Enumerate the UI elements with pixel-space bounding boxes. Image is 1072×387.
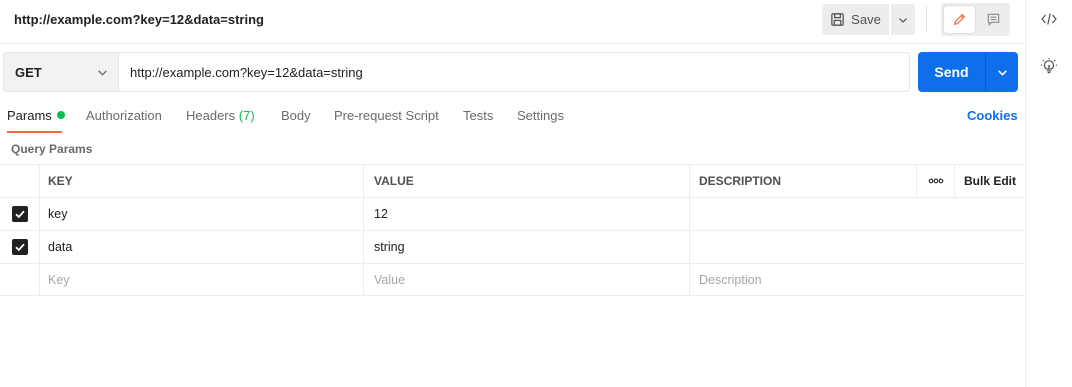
param-value-cell[interactable]: string bbox=[364, 231, 690, 263]
more-horizontal-icon bbox=[928, 178, 943, 184]
bulk-edit-button[interactable]: Bulk Edit bbox=[955, 165, 1025, 197]
row-enabled-checkbox[interactable] bbox=[11, 239, 28, 255]
param-description-cell[interactable] bbox=[690, 198, 1025, 230]
headers-count: (7) bbox=[238, 108, 255, 123]
param-value-cell[interactable]: 12 bbox=[364, 198, 690, 230]
table-row: key 12 bbox=[0, 197, 1025, 230]
tab-headers[interactable]: Headers (7) bbox=[186, 108, 255, 123]
tab-headers-label: Headers bbox=[186, 108, 236, 123]
code-icon bbox=[1041, 13, 1057, 25]
query-params-label: Query Params bbox=[11, 142, 93, 156]
request-tabs: Params Authorization Headers (7) Body Pr… bbox=[0, 104, 1025, 134]
checkmark-icon bbox=[14, 210, 25, 219]
tab-params-label: Params bbox=[7, 108, 52, 123]
method-value: GET bbox=[15, 64, 42, 80]
row-checkbox-cell bbox=[0, 231, 40, 263]
param-key-cell[interactable]: key bbox=[40, 198, 364, 230]
tab-settings[interactable]: Settings bbox=[517, 108, 564, 123]
url-input[interactable]: http://example.com?key=12&data=string bbox=[119, 52, 910, 92]
save-options-button[interactable] bbox=[891, 4, 915, 35]
code-snippet-button[interactable] bbox=[1026, 1, 1072, 37]
chevron-down-icon bbox=[997, 69, 1007, 76]
right-sidebar bbox=[1025, 0, 1072, 387]
save-group: Save bbox=[822, 4, 915, 35]
header-check-cell bbox=[0, 165, 40, 197]
tab-pre-request-script[interactable]: Pre-request Script bbox=[334, 108, 439, 123]
lightbulb-icon bbox=[1041, 58, 1057, 74]
column-header-value: VALUE bbox=[364, 165, 690, 197]
checkmark-icon bbox=[14, 243, 25, 252]
tab-tests[interactable]: Tests bbox=[463, 108, 493, 123]
cookies-link[interactable]: Cookies bbox=[967, 108, 1018, 123]
toolbar-divider bbox=[926, 6, 927, 32]
param-description-cell[interactable] bbox=[690, 231, 1025, 263]
column-header-description: DESCRIPTION bbox=[690, 165, 917, 197]
query-params-table: KEY VALUE DESCRIPTION Bulk Edit key 12 d… bbox=[0, 164, 1025, 296]
table-header-row: KEY VALUE DESCRIPTION Bulk Edit bbox=[0, 164, 1025, 197]
mode-toggle bbox=[941, 3, 1010, 36]
tab-authorization[interactable]: Authorization bbox=[86, 108, 162, 123]
info-button[interactable] bbox=[1026, 48, 1072, 84]
table-row-new: Key Value Description bbox=[0, 263, 1025, 296]
method-select[interactable]: GET bbox=[3, 52, 119, 92]
chevron-down-icon bbox=[899, 17, 907, 23]
send-group: Send bbox=[918, 52, 1018, 92]
edit-mode-button[interactable] bbox=[944, 6, 975, 33]
request-title-bar: http://example.com?key=12&data=string Sa… bbox=[0, 0, 1025, 44]
send-options-button[interactable] bbox=[986, 52, 1018, 92]
row-enabled-checkbox[interactable] bbox=[11, 206, 28, 222]
comments-button[interactable] bbox=[978, 6, 1008, 33]
table-row: data string bbox=[0, 230, 1025, 263]
param-key-cell[interactable]: data bbox=[40, 231, 364, 263]
save-label: Save bbox=[851, 12, 881, 27]
new-description-input[interactable]: Description bbox=[690, 264, 1025, 296]
row-checkbox-cell bbox=[0, 198, 40, 230]
active-tab-indicator bbox=[7, 131, 62, 133]
pencil-icon bbox=[954, 13, 966, 25]
column-header-key: KEY bbox=[40, 165, 364, 197]
row-checkbox-cell bbox=[0, 264, 40, 296]
comment-icon bbox=[987, 13, 999, 27]
new-key-input[interactable]: Key bbox=[40, 264, 364, 296]
save-button[interactable]: Save bbox=[822, 4, 889, 35]
send-button[interactable]: Send bbox=[918, 52, 985, 92]
chevron-down-icon bbox=[98, 70, 107, 76]
tab-body[interactable]: Body bbox=[281, 108, 311, 123]
save-icon bbox=[831, 13, 844, 26]
params-status-dot bbox=[56, 111, 65, 119]
column-options-button[interactable] bbox=[917, 165, 955, 197]
request-title[interactable]: http://example.com?key=12&data=string bbox=[14, 12, 264, 27]
new-value-input[interactable]: Value bbox=[364, 264, 690, 296]
url-value: http://example.com?key=12&data=string bbox=[130, 64, 363, 80]
tab-params[interactable]: Params bbox=[7, 108, 65, 123]
